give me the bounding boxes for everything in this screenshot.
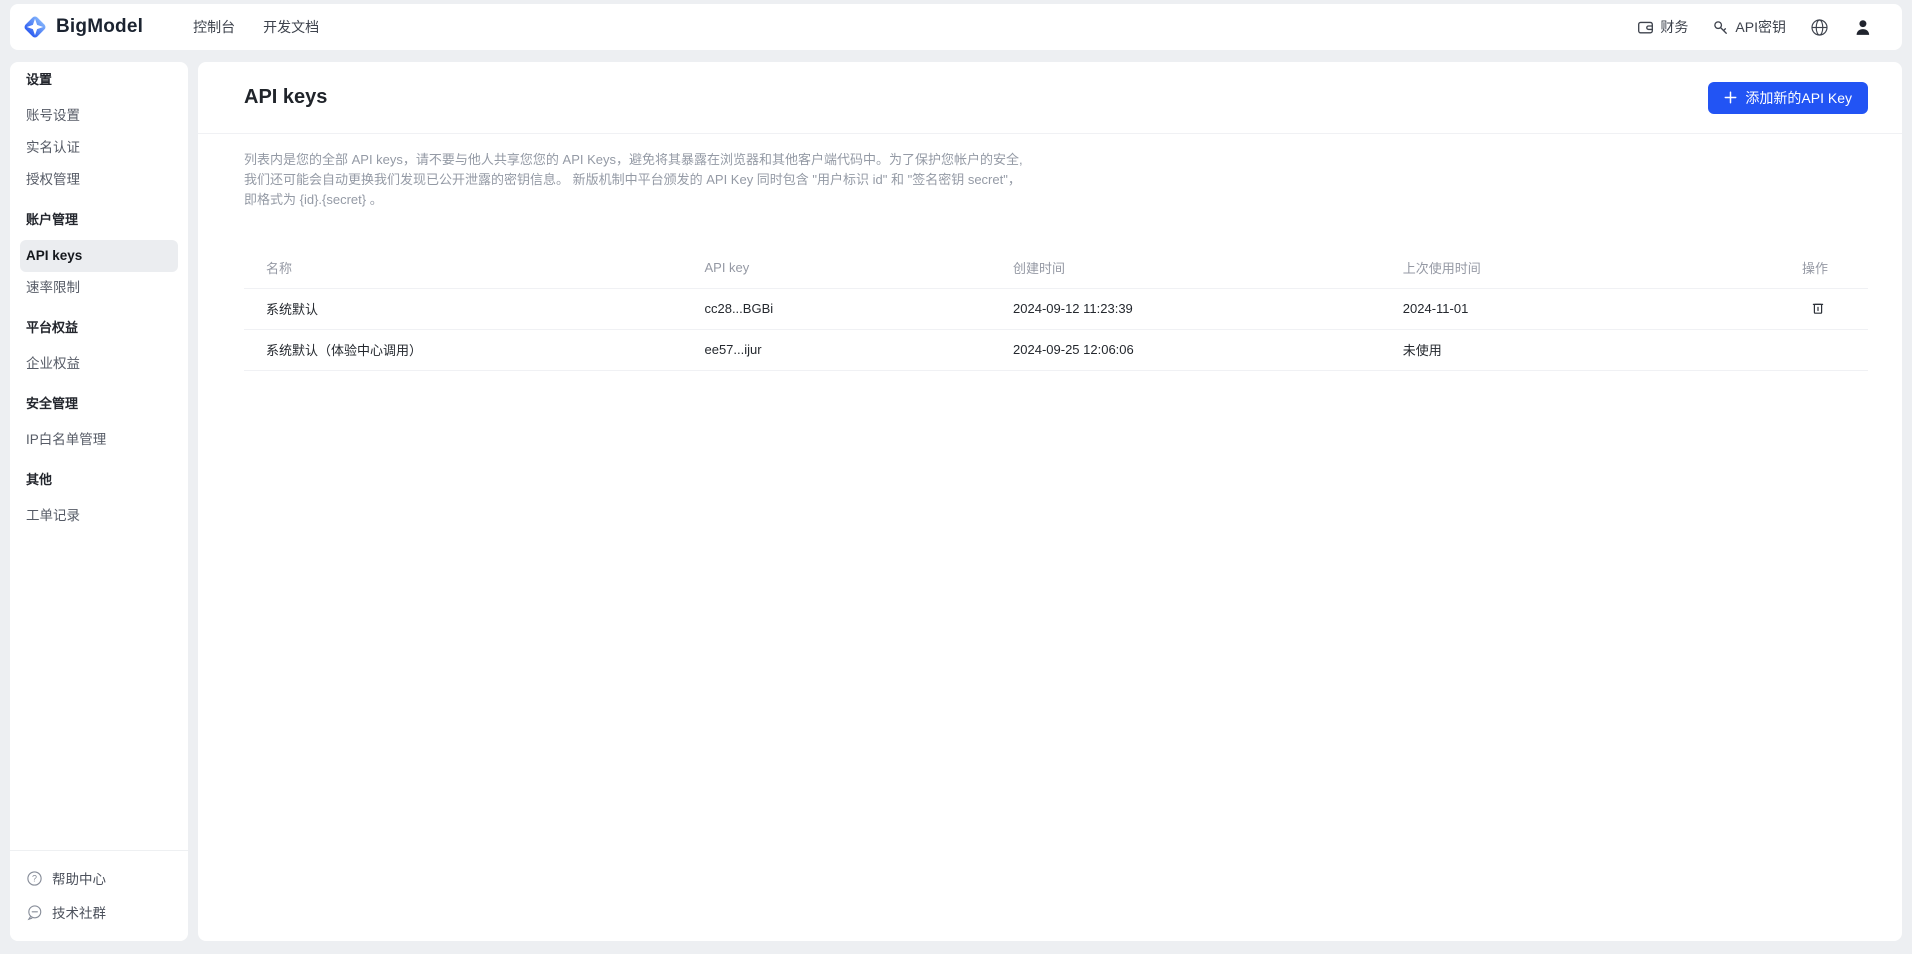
col-header-api-key: API key: [682, 248, 991, 288]
table-header-row: 名称 API key 创建时间 上次使用时间 操作: [244, 248, 1868, 288]
sidebar-group-account: 账户管理 API keys 速率限制: [10, 210, 188, 304]
add-api-key-button[interactable]: 添加新的API Key: [1708, 82, 1868, 114]
sidebar-item-enterprise-benefits[interactable]: 企业权益: [20, 348, 178, 380]
sidebar: 设置 账号设置 实名认证 授权管理 账户管理 API keys 速率限制 平台权…: [10, 62, 188, 941]
community-label: 技术社群: [52, 902, 106, 922]
sidebar-group-title: 安全管理: [10, 394, 188, 414]
key-name-cell: 系统默认: [244, 288, 682, 329]
svg-text:?: ?: [32, 873, 37, 883]
billing-link[interactable]: 财务: [1637, 17, 1688, 37]
language-globe-button[interactable]: [1810, 18, 1829, 37]
help-icon: ?: [26, 870, 43, 887]
api-keys-table: 名称 API key 创建时间 上次使用时间 操作 系统默认 cc28...BG…: [244, 248, 1868, 371]
user-avatar[interactable]: [1853, 18, 1872, 37]
brand[interactable]: BigModel: [22, 14, 143, 40]
help-center-label: 帮助中心: [52, 868, 106, 888]
sidebar-item-rate-limit[interactable]: 速率限制: [20, 272, 178, 304]
billing-label: 财务: [1660, 17, 1688, 37]
wallet-icon: [1637, 19, 1654, 36]
col-header-actions: 操作: [1738, 248, 1868, 288]
bigmodel-logo-icon: [22, 14, 48, 40]
last-used-cell: 2024-11-01: [1381, 288, 1738, 329]
sidebar-item-ip-whitelist[interactable]: IP白名单管理: [20, 424, 178, 456]
api-keys-description: 列表内是您的全部 API keys，请不要与他人共享您您的 API Keys，避…: [244, 150, 1026, 210]
api-keys-link[interactable]: API密钥: [1712, 17, 1786, 37]
community-link[interactable]: 技术社群: [10, 895, 188, 929]
top-bar: BigModel 控制台 开发文档 财务 API密钥: [10, 4, 1902, 50]
api-keys-label: API密钥: [1735, 17, 1786, 37]
sidebar-group-title: 账户管理: [10, 210, 188, 230]
actions-cell: [1738, 329, 1868, 370]
key-name-cell: 系统默认（体验中心调用）: [244, 329, 682, 370]
sidebar-item-realname-auth[interactable]: 实名认证: [20, 132, 178, 164]
top-actions: 财务 API密钥: [1637, 17, 1872, 37]
main-body: 列表内是您的全部 API keys，请不要与他人共享您您的 API Keys，避…: [198, 134, 1902, 371]
delete-key-button[interactable]: [1808, 298, 1828, 318]
sidebar-footer: ? 帮助中心 技术社群: [10, 850, 188, 941]
sidebar-group-security: 安全管理 IP白名单管理: [10, 394, 188, 456]
chat-bubble-icon: [26, 904, 43, 921]
sidebar-item-tickets[interactable]: 工单记录: [20, 500, 178, 532]
sidebar-item-account-settings[interactable]: 账号设置: [20, 100, 178, 132]
plus-icon: [1724, 91, 1737, 104]
nav-console[interactable]: 控制台: [193, 17, 235, 37]
help-center-link[interactable]: ? 帮助中心: [10, 861, 188, 895]
main-header: API keys 添加新的API Key: [198, 62, 1902, 134]
sidebar-group-platform-benefits: 平台权益 企业权益: [10, 318, 188, 380]
brand-name: BigModel: [56, 16, 143, 38]
content-shell: 设置 账号设置 实名认证 授权管理 账户管理 API keys 速率限制 平台权…: [10, 62, 1902, 941]
actions-cell: [1738, 288, 1868, 329]
created-at-cell: 2024-09-12 11:23:39: [991, 288, 1381, 329]
add-api-key-label: 添加新的API Key: [1745, 88, 1852, 108]
page-title: API keys: [244, 86, 327, 109]
sidebar-item-authorization[interactable]: 授权管理: [20, 164, 178, 196]
sidebar-group-title: 平台权益: [10, 318, 188, 338]
api-key-cell: cc28...BGBi: [682, 288, 991, 329]
col-header-created: 创建时间: [991, 248, 1381, 288]
nav-docs[interactable]: 开发文档: [263, 17, 319, 37]
col-header-name: 名称: [244, 248, 682, 288]
key-icon: [1712, 19, 1729, 36]
last-used-cell: 未使用: [1381, 329, 1738, 370]
sidebar-group-settings: 设置 账号设置 实名认证 授权管理: [10, 70, 188, 196]
top-nav: 控制台 开发文档: [193, 17, 319, 37]
sidebar-group-other: 其他 工单记录: [10, 470, 188, 532]
api-key-cell: ee57...ijur: [682, 329, 991, 370]
table-row: 系统默认 cc28...BGBi 2024-09-12 11:23:39 202…: [244, 288, 1868, 329]
col-header-last-used: 上次使用时间: [1381, 248, 1738, 288]
sidebar-group-title: 设置: [10, 70, 188, 90]
sidebar-item-api-keys[interactable]: API keys: [20, 240, 178, 272]
table-row: 系统默认（体验中心调用） ee57...ijur 2024-09-25 12:0…: [244, 329, 1868, 370]
created-at-cell: 2024-09-25 12:06:06: [991, 329, 1381, 370]
main-panel: API keys 添加新的API Key 列表内是您的全部 API keys，请…: [198, 62, 1902, 941]
sidebar-group-title: 其他: [10, 470, 188, 490]
